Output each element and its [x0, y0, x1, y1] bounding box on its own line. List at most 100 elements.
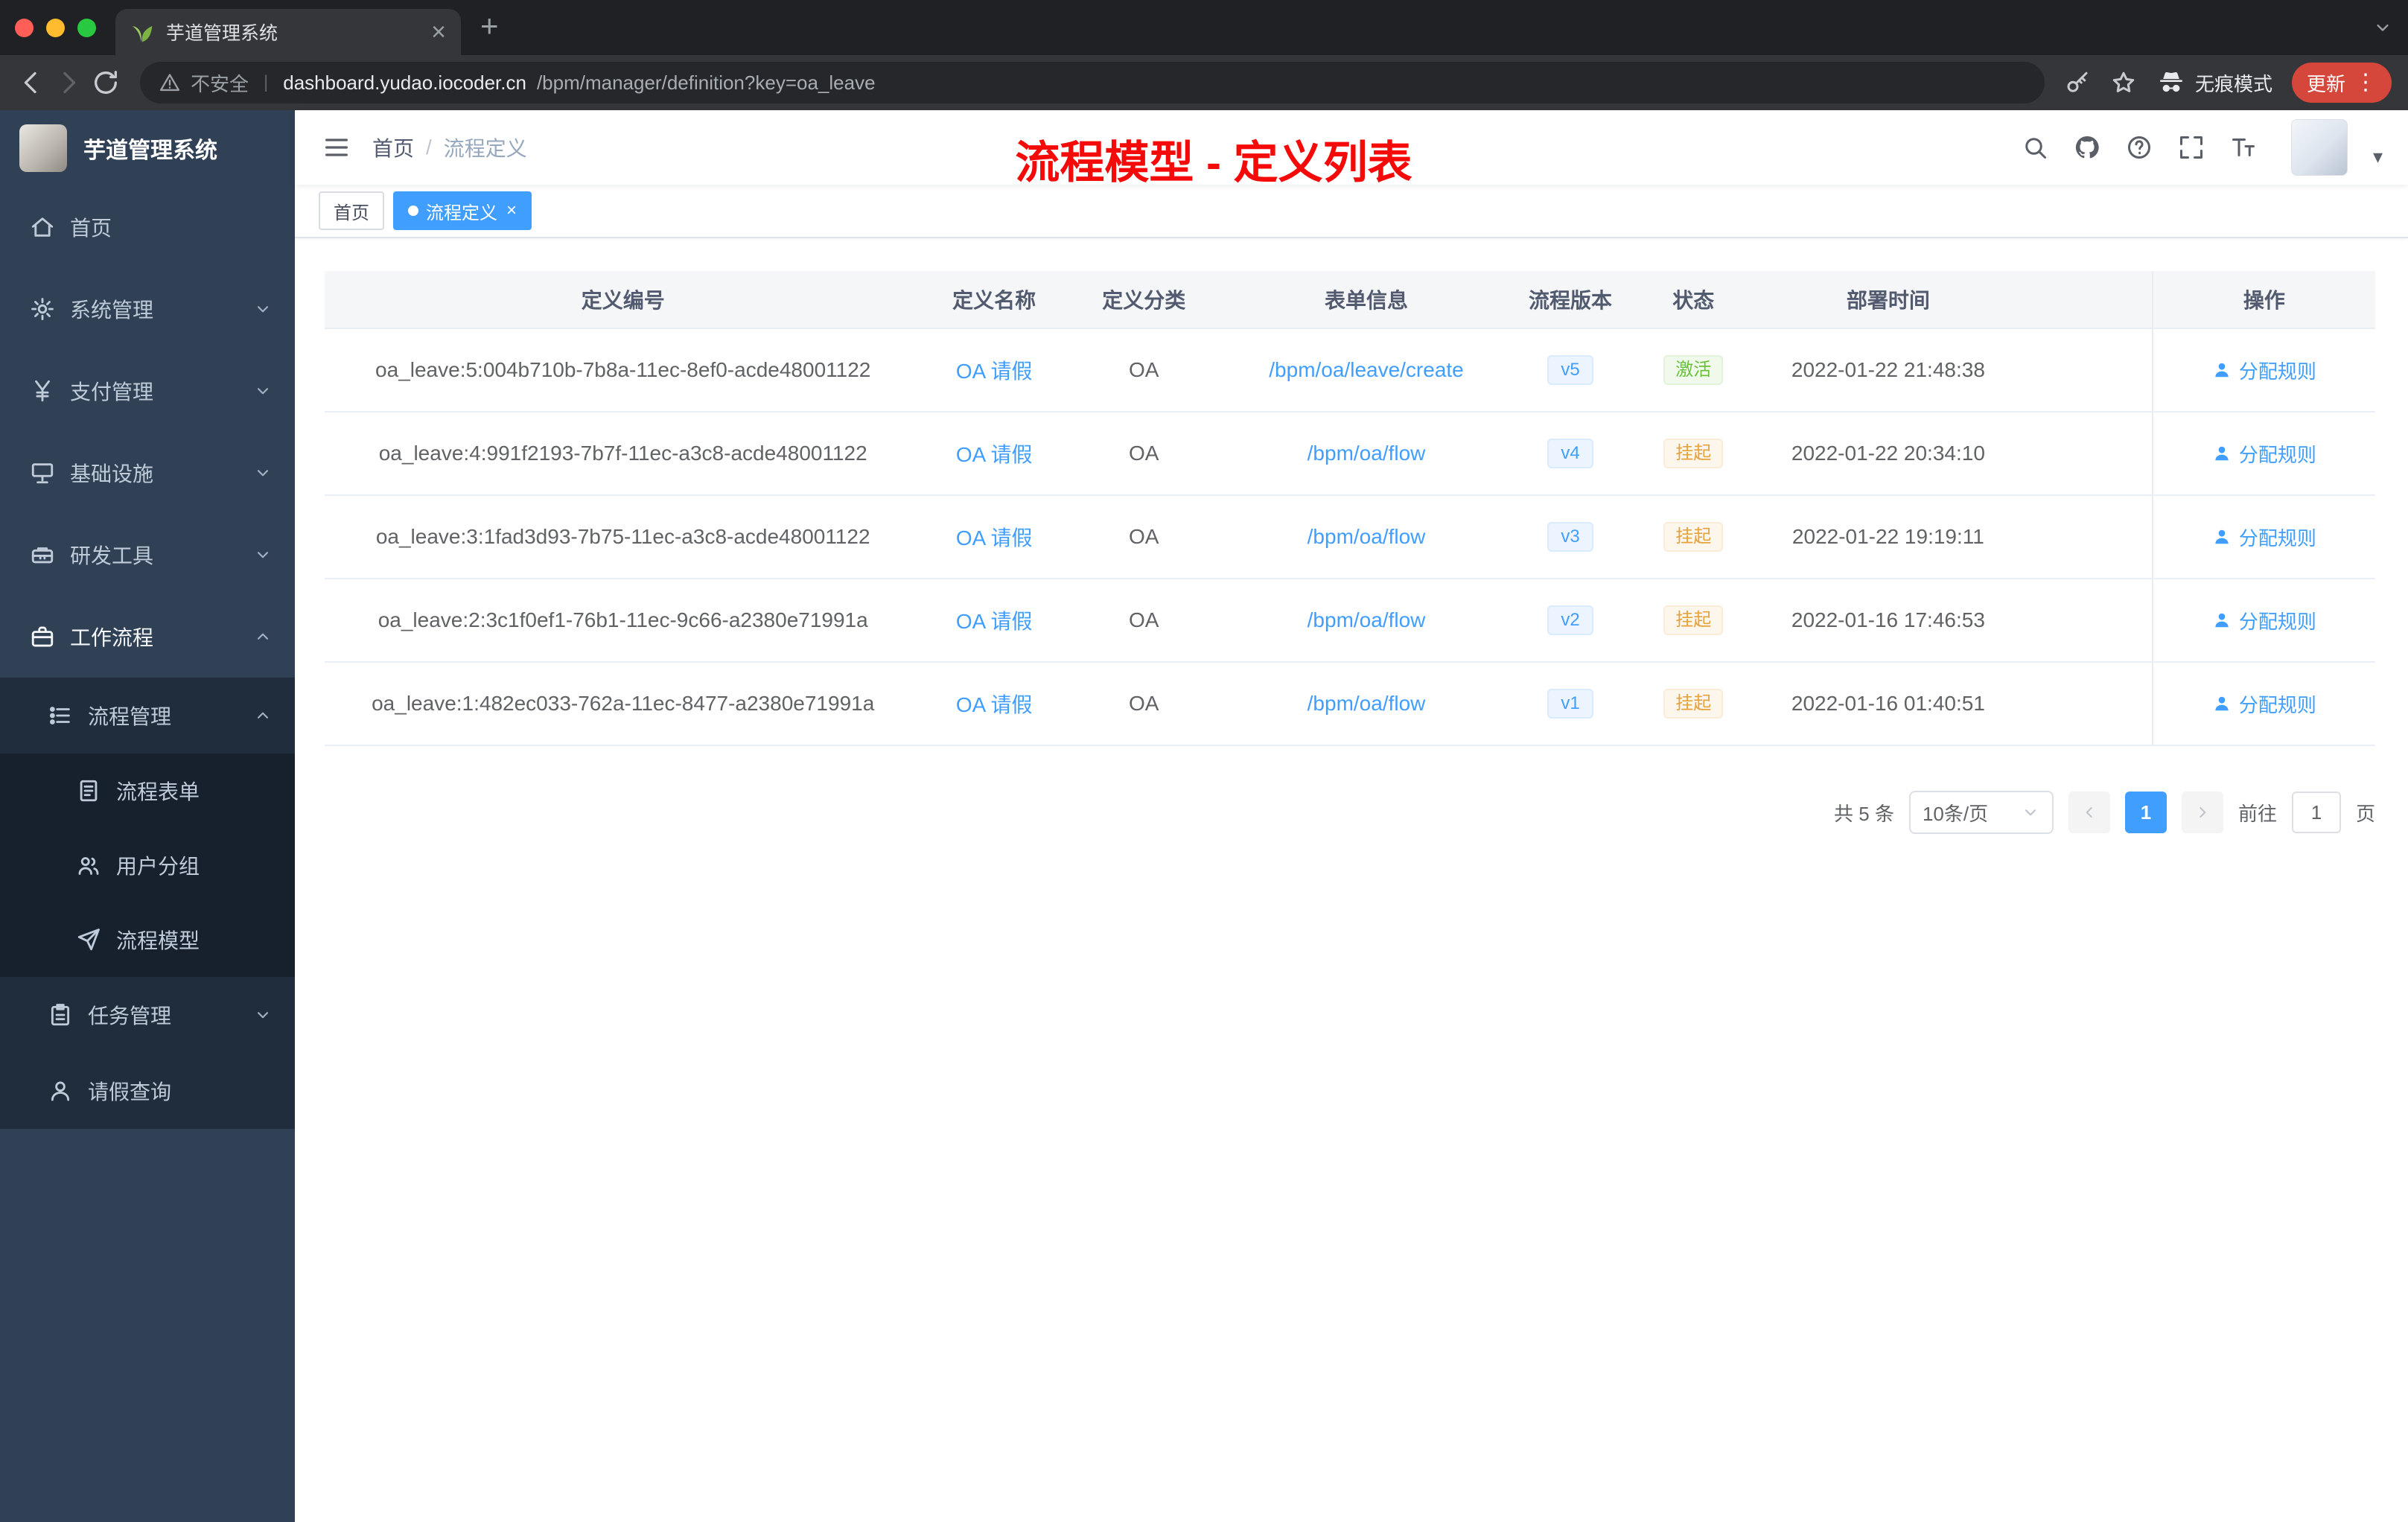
window-minimize-button[interactable]: [46, 18, 65, 37]
security-warning-icon[interactable]: [159, 72, 180, 93]
forward-button[interactable]: [54, 68, 83, 98]
assign-rule-link[interactable]: 分配规则: [2212, 357, 2316, 384]
column-header: 定义名称: [952, 289, 1036, 312]
tab-strip-caret-icon[interactable]: [2372, 17, 2393, 38]
chevron-down-icon: [253, 381, 273, 401]
tag-close-icon[interactable]: ×: [506, 200, 517, 221]
sidebar-item-devtools[interactable]: 研发工具: [0, 514, 295, 596]
definition-name-link[interactable]: OA 请假: [956, 689, 1033, 719]
font-size-icon[interactable]: [2230, 134, 2257, 161]
user-icon: [2212, 360, 2232, 380]
definition-name-cell: OA 请假: [921, 496, 1067, 578]
form-info-link[interactable]: /bpm/oa/leave/create: [1269, 358, 1464, 382]
definition-name-link[interactable]: OA 请假: [956, 355, 1033, 385]
definition-name-cell: OA 请假: [921, 663, 1067, 745]
bookmark-star-icon[interactable]: [2110, 69, 2137, 96]
status-cell: 激活: [1629, 329, 1759, 411]
user-icon: [2212, 527, 2232, 547]
goto-page-input[interactable]: 1: [2291, 792, 2341, 833]
avatar-caret-icon[interactable]: ▾: [2373, 145, 2383, 168]
update-chip[interactable]: 更新 ⋮: [2291, 63, 2392, 103]
url-bar[interactable]: 不安全 | dashboard.yudao.iocoder.cn/bpm/man…: [140, 62, 2045, 104]
browser-tab[interactable]: 芋道管理系统 ×: [115, 9, 461, 55]
prev-page-button[interactable]: [2068, 792, 2110, 833]
definition-name-link[interactable]: OA 请假: [956, 522, 1033, 552]
page-size-select[interactable]: 10条/页: [1908, 791, 2054, 834]
sidebar-item-process-model[interactable]: 流程模型: [0, 902, 295, 977]
page-annotation-title: 流程模型 - 定义列表: [1015, 138, 1412, 188]
form-info-link[interactable]: /bpm/oa/flow: [1307, 608, 1426, 632]
sidebar-item-workflow[interactable]: 工作流程: [0, 596, 295, 678]
assign-rule-label: 分配规则: [2238, 360, 2316, 383]
row-gap-cell: [2019, 579, 2152, 661]
tag-process-definition[interactable]: 流程定义 ×: [393, 191, 532, 230]
sidebar-toggle-icon[interactable]: [322, 133, 351, 162]
definition-category-cell: OA: [1128, 692, 1159, 715]
version-badge: v2: [1547, 605, 1593, 635]
sidebar-item-label: 支付管理: [70, 380, 154, 404]
assign-rule-link[interactable]: 分配规则: [2212, 523, 2316, 551]
tab-strip: 芋道管理系统 × +: [0, 0, 2408, 55]
sidebar-item-label: 基础设施: [70, 462, 154, 485]
user-avatar[interactable]: [2290, 119, 2348, 176]
tag-home[interactable]: 首页: [319, 191, 384, 230]
github-icon[interactable]: [2074, 134, 2100, 161]
tab-close-icon[interactable]: ×: [431, 19, 446, 45]
chevron-left-icon: [2080, 803, 2099, 822]
logo[interactable]: 芋道管理系统: [0, 110, 295, 186]
search-icon[interactable]: [2022, 134, 2048, 161]
app-window: 芋道管理系统 首页 系统管理 支付管理 基础设施 研发工具 工作流程 流程管理 流程表单 用户分…: [0, 110, 2408, 1522]
assign-rule-link[interactable]: 分配规则: [2212, 440, 2316, 468]
sidebar-item-label: 研发工具: [70, 544, 154, 567]
window-zoom-button[interactable]: [77, 18, 96, 37]
back-button[interactable]: [16, 68, 46, 98]
chevron-right-icon: [2193, 803, 2212, 822]
window-close-button[interactable]: [15, 18, 34, 37]
password-key-icon[interactable]: [2064, 69, 2091, 96]
page-number-button[interactable]: 1: [2124, 792, 2167, 833]
new-tab-button[interactable]: +: [480, 3, 499, 49]
sidebar-item-home[interactable]: 首页: [0, 186, 295, 268]
definition-id-cell: oa_leave:2:3c1f0ef1-76b1-11ec-9c66-a2380…: [378, 608, 868, 631]
definition-table: 定义编号 定义名称 定义分类 表单信息 流程版本 状态 部署时间 操作 oa_leave:5:0…: [325, 271, 2375, 746]
form-info-link[interactable]: /bpm/oa/flow: [1307, 692, 1426, 716]
version-cell: v2: [1512, 579, 1629, 661]
action-cell: 分配规则: [2151, 496, 2375, 578]
definition-name-link[interactable]: OA 请假: [956, 605, 1033, 635]
server-icon: [30, 460, 55, 485]
form-info-link[interactable]: /bpm/oa/flow: [1307, 525, 1426, 549]
help-icon[interactable]: [2126, 134, 2153, 161]
browser-menu-icon[interactable]: ⋮: [2354, 71, 2377, 94]
assign-rule-link[interactable]: 分配规则: [2212, 607, 2316, 634]
definition-name-link[interactable]: OA 请假: [956, 439, 1033, 468]
browser-chrome: 芋道管理系统 × + 不安全 | dashboard.yudao.iocoder…: [0, 0, 2408, 110]
sidebar-item-user-group[interactable]: 用户分组: [0, 828, 295, 902]
version-cell: v4: [1512, 413, 1629, 494]
toolbar-right: 无痕模式 更新 ⋮: [2064, 63, 2392, 103]
sidebar-item-task-management[interactable]: 任务管理: [0, 977, 295, 1053]
sidebar-item-process-form[interactable]: 流程表单: [0, 754, 295, 828]
sidebar-item-leave-query[interactable]: 请假查询: [0, 1053, 295, 1129]
pagination: 共 5 条 10条/页 1 前往 1 页: [295, 791, 2375, 834]
briefcase-icon: [30, 624, 55, 649]
chevron-down-icon: [253, 463, 273, 483]
row-gap-cell: [2019, 329, 2152, 411]
breadcrumb-home[interactable]: 首页: [372, 133, 414, 162]
user-icon: [48, 1078, 73, 1104]
definition-id-cell: oa_leave:1:482ec033-762a-11ec-8477-a2380…: [372, 692, 875, 715]
column-header: 状态: [1672, 289, 1715, 312]
assign-rule-link[interactable]: 分配规则: [2212, 690, 2316, 718]
next-page-button[interactable]: [2181, 792, 2223, 833]
version-cell: v3: [1512, 496, 1629, 578]
column-header: 定义分类: [1102, 289, 1186, 312]
fullscreen-icon[interactable]: [2178, 134, 2205, 161]
sidebar-item-payment[interactable]: 支付管理: [0, 350, 295, 432]
action-cell: 分配规则: [2151, 663, 2375, 745]
reload-button[interactable]: [91, 68, 121, 98]
form-info-cell: /bpm/oa/leave/create: [1220, 329, 1512, 411]
sidebar-item-infrastructure[interactable]: 基础设施: [0, 432, 295, 514]
deploy-time-cell: 2022-01-16 17:46:53: [1791, 608, 1985, 631]
form-info-link[interactable]: /bpm/oa/flow: [1307, 442, 1426, 465]
sidebar-item-process-management[interactable]: 流程管理: [0, 678, 295, 754]
sidebar-item-system[interactable]: 系统管理: [0, 268, 295, 350]
